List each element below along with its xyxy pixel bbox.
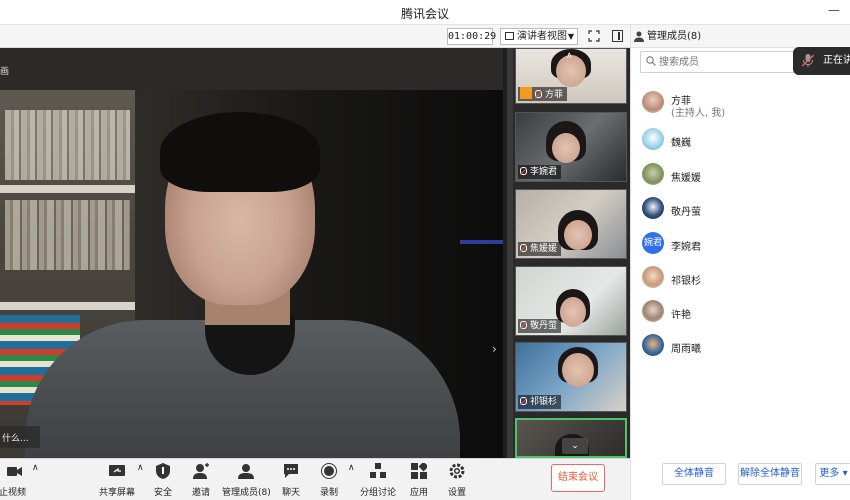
strip-scrollbar[interactable] xyxy=(507,48,513,458)
participant-name-tag: 方菲 xyxy=(518,87,568,101)
chevron-right-icon[interactable]: › xyxy=(492,342,497,356)
breakout-icon xyxy=(370,463,386,478)
invite-button[interactable]: 邀请 xyxy=(190,463,212,499)
members-icon xyxy=(238,464,254,479)
view-mode-dropdown[interactable]: 演讲者视图 ▼ xyxy=(500,28,578,45)
chevron-up-icon[interactable]: ∧ xyxy=(566,51,573,61)
mic-muted-icon xyxy=(520,244,527,252)
avatar xyxy=(642,91,664,113)
participant-video-strip: ∧ 方菲 李婉君 焦媛媛 敬丹萤 祁银杉 ⌄ xyxy=(503,48,630,458)
avatar xyxy=(642,300,664,322)
avatar xyxy=(642,334,664,356)
member-search-input[interactable] xyxy=(659,54,794,70)
settings-button[interactable]: 设置 xyxy=(446,463,468,499)
breakout-rooms-button[interactable]: 分组讨论 xyxy=(360,463,396,499)
record-button[interactable]: 录制 xyxy=(318,463,340,499)
video-camera-icon xyxy=(7,467,22,476)
video-corner-label: 画 xyxy=(0,67,10,77)
member-item[interactable]: 焦媛媛 xyxy=(642,159,842,193)
participant-tile[interactable]: 敬丹萤 xyxy=(515,266,627,336)
members-panel-actions: 全体静音 解除全体静音 更多 ▾ xyxy=(631,457,850,497)
mic-muted-icon xyxy=(520,397,527,405)
background-light xyxy=(460,240,503,244)
manage-members-button[interactable]: 管理成员(8) xyxy=(222,463,271,499)
meeting-top-toolbar: 01:00:29 演讲者视图 ▼ xyxy=(0,25,630,48)
chevron-down-icon: ▾ xyxy=(839,468,848,479)
member-item[interactable]: 婉君 李婉君 xyxy=(642,228,842,262)
avatar xyxy=(642,197,664,219)
video-top-area: 画 xyxy=(0,48,503,90)
apps-button[interactable]: 应用 xyxy=(408,461,430,499)
record-icon xyxy=(321,463,337,479)
participant-tile[interactable]: 焦媛媛 xyxy=(515,189,627,259)
member-item[interactable]: 魏巍 xyxy=(642,124,842,158)
meeting-timer: 01:00:29 xyxy=(447,28,496,45)
member-item[interactable]: 方菲 (主持人, 我) xyxy=(642,87,842,121)
speaking-label: 正在讲话 xyxy=(823,55,850,66)
member-item[interactable]: 许艳 xyxy=(642,296,842,330)
members-panel-header: 管理成员(8) xyxy=(631,25,850,48)
avatar xyxy=(642,266,664,288)
share-screen-button[interactable]: 共享屏幕 xyxy=(98,463,136,499)
unmute-all-button[interactable]: 解除全体静音 xyxy=(738,463,802,485)
mic-muted-icon xyxy=(520,321,527,329)
participant-name-tag: 焦媛媛 xyxy=(518,242,562,256)
speaking-indicator: 正在讲话 xyxy=(793,47,850,75)
avatar xyxy=(642,128,664,150)
participant-tile[interactable]: 祁银杉 xyxy=(515,342,627,412)
speaker-video-feed: 什么... › xyxy=(0,90,503,458)
security-button[interactable]: 安全 xyxy=(152,463,174,499)
participant-name-tag: 敬丹萤 xyxy=(518,319,562,333)
participant-tile-active[interactable]: ⌄ xyxy=(515,418,627,458)
participant-tile[interactable]: 李婉君 xyxy=(515,112,627,182)
stop-video-button[interactable]: 停止视频 xyxy=(0,463,30,499)
more-button[interactable]: 更多 ▾ xyxy=(815,463,850,485)
meeting-bottom-toolbar: 停止视频 ∧ 共享屏幕 ∧ 安全 邀请 管理成员(8) 聊天 录制 ∧ 分组讨论… xyxy=(0,458,630,500)
members-panel-title: 管理成员(8) xyxy=(647,31,702,42)
mic-muted-icon xyxy=(802,54,814,67)
minimize-button[interactable]: — xyxy=(828,3,840,17)
grid-view-icon xyxy=(505,32,514,40)
share-options-chevron[interactable]: ∧ xyxy=(137,463,144,499)
chevron-down-icon: ▼ xyxy=(567,32,574,41)
participant-name-tag: 祁银杉 xyxy=(518,395,562,409)
members-panel: 管理成员(8) 正在讲话 方菲 (主持人, 我) 魏巍 焦媛媛 敬丹萤 婉君 李… xyxy=(630,25,850,500)
end-meeting-button[interactable]: 结束会议 xyxy=(551,464,605,492)
book-caption: 什么... xyxy=(0,426,40,448)
apps-icon xyxy=(411,461,429,479)
gear-icon xyxy=(449,463,465,479)
member-item[interactable]: 敬丹萤 xyxy=(642,193,842,227)
main-speaker-video[interactable]: 画 什么... › xyxy=(0,48,503,458)
person-icon xyxy=(634,31,644,42)
chevron-down-icon[interactable]: ⌄ xyxy=(562,438,588,454)
add-user-icon xyxy=(193,463,209,479)
share-screen-icon xyxy=(109,465,125,476)
shield-icon xyxy=(156,463,170,479)
mic-muted-icon xyxy=(535,90,542,98)
host-icon xyxy=(520,87,532,99)
mute-all-button[interactable]: 全体静音 xyxy=(662,463,726,485)
avatar: 婉君 xyxy=(642,232,664,254)
participant-name-tag: 李婉君 xyxy=(518,165,562,179)
participant-tile[interactable]: ∧ 方菲 xyxy=(515,48,627,104)
side-panel-toggle-icon[interactable] xyxy=(612,30,623,42)
mic-muted-icon xyxy=(520,167,527,175)
member-item[interactable]: 祁银杉 xyxy=(642,262,842,296)
app-title: 腾讯会议 xyxy=(400,7,449,21)
member-item[interactable]: 周雨曦 xyxy=(642,330,842,364)
record-options-chevron[interactable]: ∧ xyxy=(348,463,355,499)
fullscreen-icon[interactable] xyxy=(588,30,600,42)
avatar xyxy=(642,163,664,185)
title-bar: 腾讯会议 — xyxy=(0,0,850,25)
view-mode-label: 演讲者视图 xyxy=(517,31,567,42)
member-search[interactable] xyxy=(640,51,800,73)
chat-icon xyxy=(284,464,298,478)
chat-button[interactable]: 聊天 xyxy=(280,463,302,499)
search-icon xyxy=(646,56,656,66)
video-options-chevron[interactable]: ∧ xyxy=(32,463,39,499)
